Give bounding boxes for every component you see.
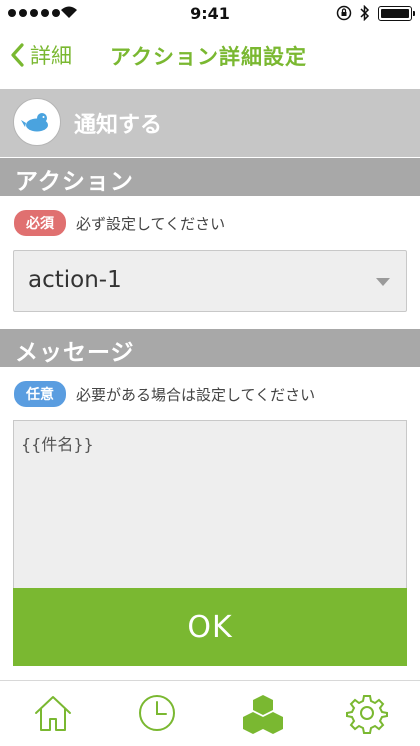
notify-label: 通知する — [74, 113, 163, 138]
bird-icon — [21, 113, 48, 132]
message-section-title: メッセージ — [15, 340, 135, 366]
status-bar: 9:41 — [0, 0, 420, 28]
action-hint: 必須 必ず設定してください — [14, 210, 225, 236]
action-select[interactable]: action-1 — [13, 250, 407, 312]
home-icon[interactable] — [31, 691, 75, 735]
back-label: 詳細 — [30, 44, 72, 68]
action-section-header: アクション — [0, 158, 420, 196]
gear-icon[interactable] — [345, 691, 389, 735]
action-section-title: アクション — [15, 169, 134, 195]
action-hint-text: 必ず設定してください — [76, 214, 226, 233]
battery-icon — [378, 5, 415, 21]
clock-icon[interactable] — [135, 691, 179, 735]
required-badge: 必須 — [14, 210, 66, 236]
notify-row[interactable]: 通知する — [0, 89, 420, 157]
cubes-icon[interactable] — [241, 691, 285, 735]
message-textarea-value: {{件名}} — [21, 435, 94, 454]
action-select-value: action-1 — [28, 267, 122, 293]
message-section-header: メッセージ — [0, 329, 420, 367]
message-textarea[interactable]: {{件名}} — [13, 420, 407, 590]
optional-badge: 任意 — [14, 381, 66, 407]
back-button[interactable]: 詳細 — [10, 40, 72, 70]
ok-button[interactable]: OK — [13, 588, 407, 666]
message-hint: 任意 必要がある場合は設定してください — [14, 381, 315, 407]
rotation-lock-icon — [336, 5, 352, 21]
page-title: アクション詳細設定 — [110, 45, 307, 69]
chevron-left-icon — [11, 43, 24, 67]
dropdown-arrow-icon — [376, 278, 390, 286]
notify-avatar — [13, 98, 61, 146]
tab-bar — [0, 680, 420, 746]
message-hint-text: 必要がある場合は設定してください — [76, 385, 316, 404]
bluetooth-icon — [360, 5, 370, 21]
navigation-bar: 詳細 アクション詳細設定 — [0, 28, 420, 86]
